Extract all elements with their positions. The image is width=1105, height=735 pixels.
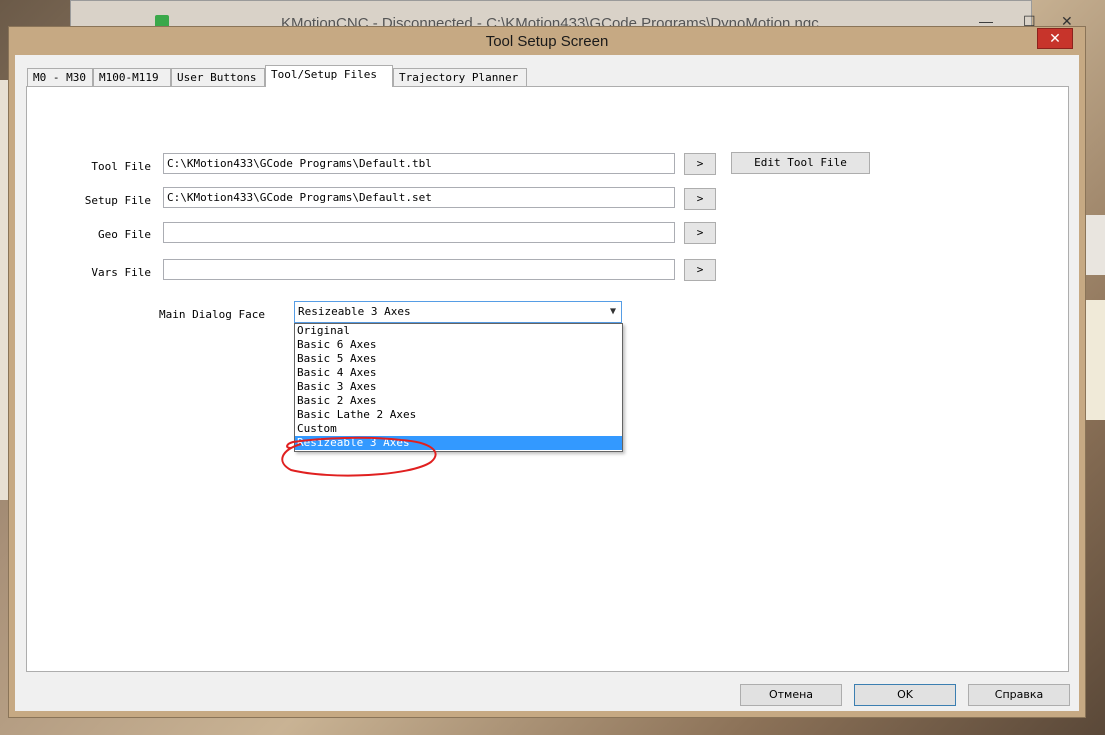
tool-file-label: Tool File — [91, 160, 151, 173]
tab-m100-m119[interactable]: M100-M119 — [93, 68, 171, 86]
dropdown-option[interactable]: Basic 3 Axes — [295, 380, 622, 394]
tool-setup-files-panel: Tool File C:\KMotion433\GCode Programs\D… — [26, 86, 1069, 672]
dropdown-option[interactable]: Basic 6 Axes — [295, 338, 622, 352]
geo-file-label: Geo File — [98, 228, 151, 241]
tab-m0-m30[interactable]: M0 - M30 — [27, 68, 93, 86]
tab-user-buttons[interactable]: User Buttons — [171, 68, 265, 86]
tool-setup-dialog: Tool Setup Screen ✕ M0 - M30 M100-M119 U… — [8, 26, 1086, 718]
tool-file-browse-button[interactable]: > — [684, 153, 716, 175]
red-circle-annotation — [281, 436, 437, 477]
dropdown-option[interactable]: Basic 4 Axes — [295, 366, 622, 380]
vars-file-label: Vars File — [91, 266, 151, 279]
vars-file-browse-button[interactable]: > — [684, 259, 716, 281]
geo-file-field[interactable] — [163, 222, 675, 243]
dropdown-option[interactable]: Basic Lathe 2 Axes — [295, 408, 622, 422]
desktop-icon-right-a — [1085, 215, 1105, 275]
chevron-down-icon[interactable]: ▼ — [610, 302, 616, 322]
dropdown-option[interactable]: Basic 5 Axes — [295, 352, 622, 366]
dialog-client-area: M0 - M30 M100-M119 User Buttons Tool/Set… — [15, 55, 1079, 711]
tool-file-field[interactable]: C:\KMotion433\GCode Programs\Default.tbl — [163, 153, 675, 174]
geo-file-browse-button[interactable]: > — [684, 222, 716, 244]
desktop-icon-right-b — [1085, 300, 1105, 420]
tab-tool-setup-files[interactable]: Tool/Setup Files — [265, 65, 393, 87]
dropdown-option[interactable]: Original — [295, 324, 622, 338]
dialog-title: Tool Setup Screen — [485, 33, 609, 50]
main-dialog-face-label: Main Dialog Face — [159, 308, 265, 321]
dropdown-option[interactable]: Basic 2 Axes — [295, 394, 622, 408]
cancel-button[interactable]: Отмена — [740, 684, 842, 706]
ok-button[interactable]: OK — [854, 684, 956, 706]
setup-file-field[interactable]: C:\KMotion433\GCode Programs\Default.set — [163, 187, 675, 208]
edit-tool-file-button[interactable]: Edit Tool File — [731, 152, 870, 174]
setup-file-browse-button[interactable]: > — [684, 188, 716, 210]
tab-trajectory-planner[interactable]: Trajectory Planner — [393, 68, 527, 86]
vars-file-field[interactable] — [163, 259, 675, 280]
help-button[interactable]: Справка — [968, 684, 1070, 706]
setup-file-label: Setup File — [84, 194, 151, 207]
dialog-close-button[interactable]: ✕ — [1037, 28, 1073, 49]
main-dialog-face-select[interactable]: Resizeable 3 Axes ▼ — [294, 301, 622, 323]
main-dialog-face-selected: Resizeable 3 Axes — [298, 305, 411, 318]
